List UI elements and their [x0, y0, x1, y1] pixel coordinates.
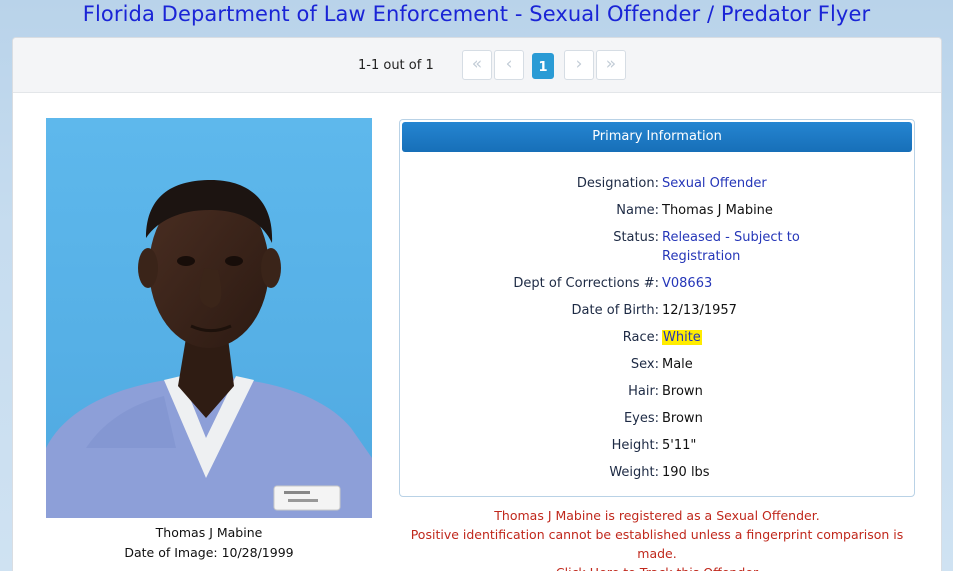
weight-value: 190 lbs — [662, 465, 710, 480]
double-chevron-left-icon: « — [471, 54, 483, 74]
name-value: Thomas J Mabine — [662, 203, 773, 218]
chevron-right-icon: › — [575, 54, 583, 74]
sex-label: Sex: — [630, 357, 659, 372]
last-page-button[interactable]: » — [596, 50, 626, 80]
name-label: Name: — [616, 203, 659, 218]
height-label: Height: — [611, 438, 659, 453]
photo-caption: Thomas J Mabine Date of Image: 10/28/199… — [46, 523, 372, 563]
hair-label: Hair: — [628, 384, 659, 399]
prev-page-button[interactable]: ‹ — [494, 50, 524, 80]
offender-photo — [46, 118, 372, 518]
page-title: Florida Department of Law Enforcement - … — [82, 2, 871, 26]
chevron-left-icon: ‹ — [505, 54, 513, 74]
notice-fingerprint: Positive identification cannot be establ… — [410, 527, 904, 561]
photo-name: Thomas J Mabine — [155, 525, 263, 540]
page-1-button[interactable]: 1 — [532, 53, 554, 79]
status-label: Status: — [613, 230, 659, 245]
track-offender-link[interactable]: Click Here to Track this Offender — [399, 563, 915, 571]
race-value-cell: White — [662, 328, 842, 347]
double-chevron-right-icon: » — [605, 54, 617, 74]
doc-number-link[interactable]: V08663 — [662, 274, 842, 293]
doc-number-label: Dept of Corrections #: — [513, 276, 659, 291]
sex-value: Male — [662, 357, 693, 372]
designation-link[interactable]: Sexual Offender — [662, 174, 842, 193]
registration-notice: Thomas J Mabine is registered as a Sexua… — [399, 506, 915, 571]
primary-info-header: Primary Information — [402, 122, 912, 152]
first-page-button[interactable]: « — [462, 50, 492, 80]
eyes-label: Eyes: — [623, 411, 659, 426]
photo-date: Date of Image: 10/28/1999 — [124, 545, 294, 560]
primary-info-panel: Primary Information Designation: Sexual … — [399, 119, 915, 497]
status-link[interactable]: Released - Subject to Registration — [662, 228, 812, 266]
height-value: 5'11" — [662, 438, 697, 453]
pager-count: 1-1 out of 1 — [358, 58, 434, 73]
next-page-button[interactable]: › — [564, 50, 594, 80]
race-value: White — [662, 330, 702, 345]
pager-bar: 1-1 out of 1 « ‹ 1 › » — [13, 38, 941, 93]
notice-registered: Thomas J Mabine is registered as a Sexua… — [494, 508, 820, 523]
hair-value: Brown — [662, 384, 703, 399]
weight-label: Weight: — [609, 465, 659, 480]
race-label: Race: — [622, 330, 659, 345]
offender-card: 1-1 out of 1 « ‹ 1 › » Thomas J Mabine D… — [12, 37, 942, 571]
designation-label: Designation: — [576, 176, 659, 191]
offender-photo-illustration — [46, 180, 372, 518]
dob-label: Date of Birth: — [571, 303, 659, 318]
eyes-value: Brown — [662, 411, 703, 426]
dob-value: 12/13/1957 — [662, 303, 737, 318]
